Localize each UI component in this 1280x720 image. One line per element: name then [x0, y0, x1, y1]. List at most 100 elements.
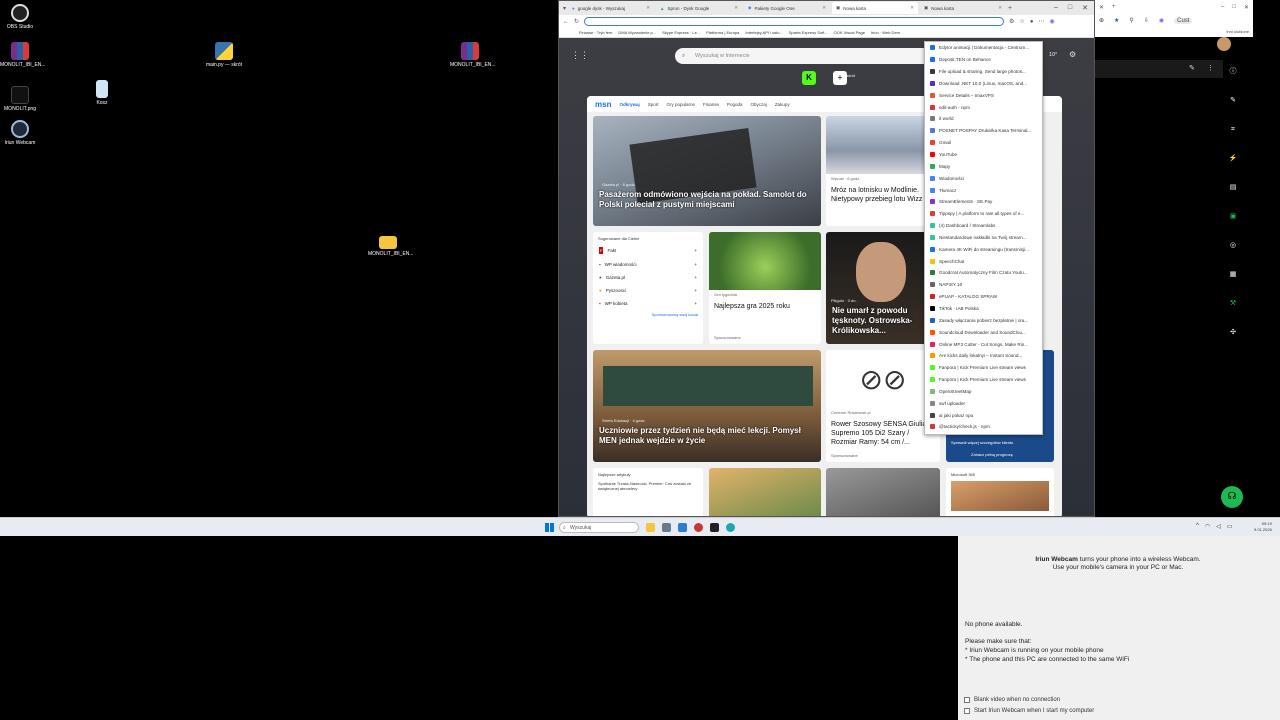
favorite-item[interactable]: Interfejsy API i usłu... — [745, 30, 782, 35]
new-tab-button[interactable]: + — [1112, 4, 1116, 10]
favorites-dropdown-item[interactable]: edit-auth - npm — [925, 101, 1042, 113]
desktop-icon-archive-2[interactable]: MONOLIT_IBI_EN... — [450, 42, 496, 68]
file-explorer-icon[interactable] — [646, 523, 655, 532]
store-icon[interactable] — [678, 523, 687, 532]
copilot-icon[interactable]: ◉ — [1049, 18, 1054, 25]
star-icon[interactable]: ★ — [1114, 17, 1119, 24]
forecast-link[interactable]: Zobacz pełną prognozę — [966, 450, 1018, 459]
battery-icon[interactable]: ▭ — [1227, 523, 1233, 530]
apps-grid-icon[interactable]: ⋮⋮ — [571, 50, 589, 61]
favorites-dropdown-item[interactable]: SpeechChat — [925, 255, 1042, 267]
tab-actions-icon[interactable]: ▾ — [563, 5, 566, 12]
favorites-icon[interactable]: ☆ — [1019, 18, 1024, 25]
favorites-dropdown-item[interactable]: Gmail — [925, 137, 1042, 149]
close-icon[interactable]: ✕ — [734, 5, 738, 11]
desktop-icon-recycle-bin[interactable]: Kosz — [82, 80, 122, 106]
avatar[interactable] — [1217, 37, 1231, 51]
info-icon[interactable]: ⓘ — [1223, 60, 1243, 89]
news-card-featured[interactable]: Gazeta.pl · 8 godz. Pasażerom odmówiono … — [593, 116, 821, 226]
zoom-icon[interactable]: ⊕ — [1099, 17, 1104, 24]
microsoft365-panel[interactable]: Microsoft 365 — [946, 468, 1054, 516]
close-icon[interactable]: ✕ — [910, 5, 914, 11]
favorites-dropdown-item[interactable]: Goodcrat Automatyczny Film Czatu Youtu..… — [925, 267, 1042, 279]
favorites-dropdown-item[interactable]: Tłumacz — [925, 184, 1042, 196]
desktop-icon-folder[interactable]: MONOLIT_IBI_EN... — [368, 236, 414, 257]
favorites-dropdown-item[interactable]: ePUAP - KATALOG SPRAW — [925, 291, 1042, 303]
blank-video-checkbox[interactable]: Blank video when no connection — [964, 697, 1060, 703]
tab-2[interactable]: ▲ Sprun - Dysk Google ✕ — [656, 2, 742, 14]
favorites-dropdown-item[interactable]: YouTube — [925, 149, 1042, 161]
extension-icon[interactable]: ⚲ — [1129, 17, 1133, 24]
add-icon[interactable]: + — [694, 262, 697, 267]
favorites-dropdown-item[interactable]: NAPISY 10 — [925, 279, 1042, 291]
favorite-item[interactable]: OOK Visual Page — [834, 30, 865, 35]
other-favorites-link[interactable]: Inni ulubione — [1226, 29, 1249, 34]
favorites-dropdown-item[interactable]: Online MP3 Cutter - Cut Songs, Make Rin.… — [925, 338, 1042, 350]
suggested-item[interactable]: ▪ WP wiadomości + — [593, 258, 703, 271]
favorite-item[interactable]: Sparta Express Soft... — [789, 30, 828, 35]
favorite-item[interactable]: Skype Express · Le... — [662, 30, 700, 35]
desktop-icon-obs[interactable]: OBS Studio — [0, 4, 40, 30]
favorite-item[interactable]: Platforma | Europa — [706, 30, 739, 35]
suggested-item[interactable]: ● Pysznosci + — [593, 284, 703, 297]
news-card[interactable] — [826, 468, 940, 516]
obs-taskbar-icon[interactable] — [694, 523, 703, 532]
maximize-icon[interactable]: □ — [1068, 4, 1072, 12]
autostart-checkbox[interactable]: Start Iriun Webcam when I start my compu… — [964, 708, 1094, 714]
top-article-text[interactable]: Spotkanie Trzask-Nawrocki. Premier: Coś … — [593, 479, 703, 493]
favorites-dropdown-item[interactable]: Kamera 4K WiFi do streamingu (transmisji… — [925, 243, 1042, 255]
edge-icon[interactable] — [726, 523, 735, 532]
suggested-item[interactable]: F Fakt + — [593, 243, 703, 258]
minimize-icon[interactable]: – — [1054, 4, 1058, 12]
volume-icon[interactable]: ◁ — [1216, 523, 1221, 530]
favorites-dropdown-item[interactable]: Fanpora | Kick Premium Live stream views — [925, 374, 1042, 386]
plugin-icon[interactable]: ✣ — [1223, 321, 1243, 350]
favorite-item[interactable]: DMA Wyzwolenie p... — [618, 30, 656, 35]
minimize-icon[interactable]: – — [1221, 4, 1224, 10]
desktop-icon-python[interactable]: main.py — skrót — [204, 42, 244, 68]
suggested-item[interactable]: ● Gazeta.pl + — [593, 271, 703, 284]
extensions-icon[interactable]: ⚙ — [1009, 18, 1014, 25]
checkbox-box[interactable] — [964, 697, 970, 703]
favorites-dropdown-item[interactable]: StreamElements · SE.Pay — [925, 196, 1042, 208]
edit-icon[interactable]: ✎ — [1189, 64, 1195, 72]
favorites-dropdown-item[interactable]: TikTok · IAB Polska — [925, 303, 1042, 315]
desktop-icon-archive[interactable]: MONOLIT_IBI_EN... — [0, 42, 46, 68]
news-card-ad[interactable]: Gra tygodnia Najlepsza gra 2025 roku Spo… — [709, 232, 821, 344]
tab-3[interactable]: ◆ Pakiety Google One ✕ — [744, 2, 830, 14]
menu-icon[interactable]: ⋯ — [1038, 18, 1044, 25]
desktop-icon-image[interactable]: MONOLIT.png — [0, 86, 40, 112]
download-icon[interactable]: ⇩ — [1144, 17, 1149, 24]
add-icon[interactable]: + — [694, 288, 697, 293]
refresh-icon[interactable]: ↻ — [574, 18, 579, 25]
favorites-dropdown-item[interactable]: Mapy — [925, 160, 1042, 172]
quick-link-add[interactable]: + Dodaj skrót — [833, 71, 857, 85]
new-tab-button[interactable]: + — [1008, 5, 1012, 12]
favorites-dropdown-item[interactable]: Soundcloud Downloader and SoundClou... — [925, 326, 1042, 338]
crop-icon[interactable]: ⌗ — [1223, 118, 1243, 147]
favorites-dropdown-item[interactable]: Service Details – ImaxVPS — [925, 89, 1042, 101]
close-window-icon[interactable]: ✕ — [1082, 4, 1088, 12]
favorites-dropdown-item[interactable]: (4) Dashboard / Streamlabs — [925, 220, 1042, 232]
feed-tab[interactable]: Sport — [648, 102, 659, 107]
news-card-ad-2[interactable]: ⊘⊘ Centrum Rowerowe.pl Rower Szosowy SEN… — [826, 350, 940, 462]
user-chip[interactable]: Cust — [1174, 17, 1193, 24]
add-icon[interactable]: + — [694, 275, 697, 280]
taskbar-search-input[interactable]: ⌕ Wyszukaj — [559, 522, 639, 533]
promo-link[interactable]: Sprawdź więcej szczegółów klientu — [946, 438, 1018, 447]
add-icon[interactable]: + — [694, 248, 697, 253]
feed-tab[interactable]: Gry popularne — [666, 102, 695, 107]
favorites-dropdown-item[interactable]: ai jaki pokaż npu — [925, 409, 1042, 421]
favorites-dropdown-item[interactable]: Niestandardowe nakładki na Twój stream..… — [925, 232, 1042, 244]
app-taskbar-icon[interactable] — [710, 523, 719, 532]
tab-close-icon[interactable]: ✕ — [1099, 4, 1104, 11]
tray-chevron-icon[interactable]: ^ — [1196, 523, 1199, 530]
feed-tab[interactable]: Odkrywaj — [619, 102, 639, 107]
clock[interactable]: 09:19 9.01.2026 — [1254, 521, 1272, 533]
close-icon[interactable]: ✕ — [646, 5, 650, 11]
chat-icon[interactable]: ▣ — [1223, 205, 1243, 234]
web-search-input[interactable]: ⌕ Wyszukaj w Internecie — [675, 48, 965, 64]
pen-icon[interactable]: ✎ — [1223, 89, 1243, 118]
close-window-icon[interactable]: ✕ — [1244, 4, 1253, 11]
news-card-featured-2[interactable]: Strefa Edukacji · 4 godz. Uczniowie prze… — [593, 350, 821, 462]
